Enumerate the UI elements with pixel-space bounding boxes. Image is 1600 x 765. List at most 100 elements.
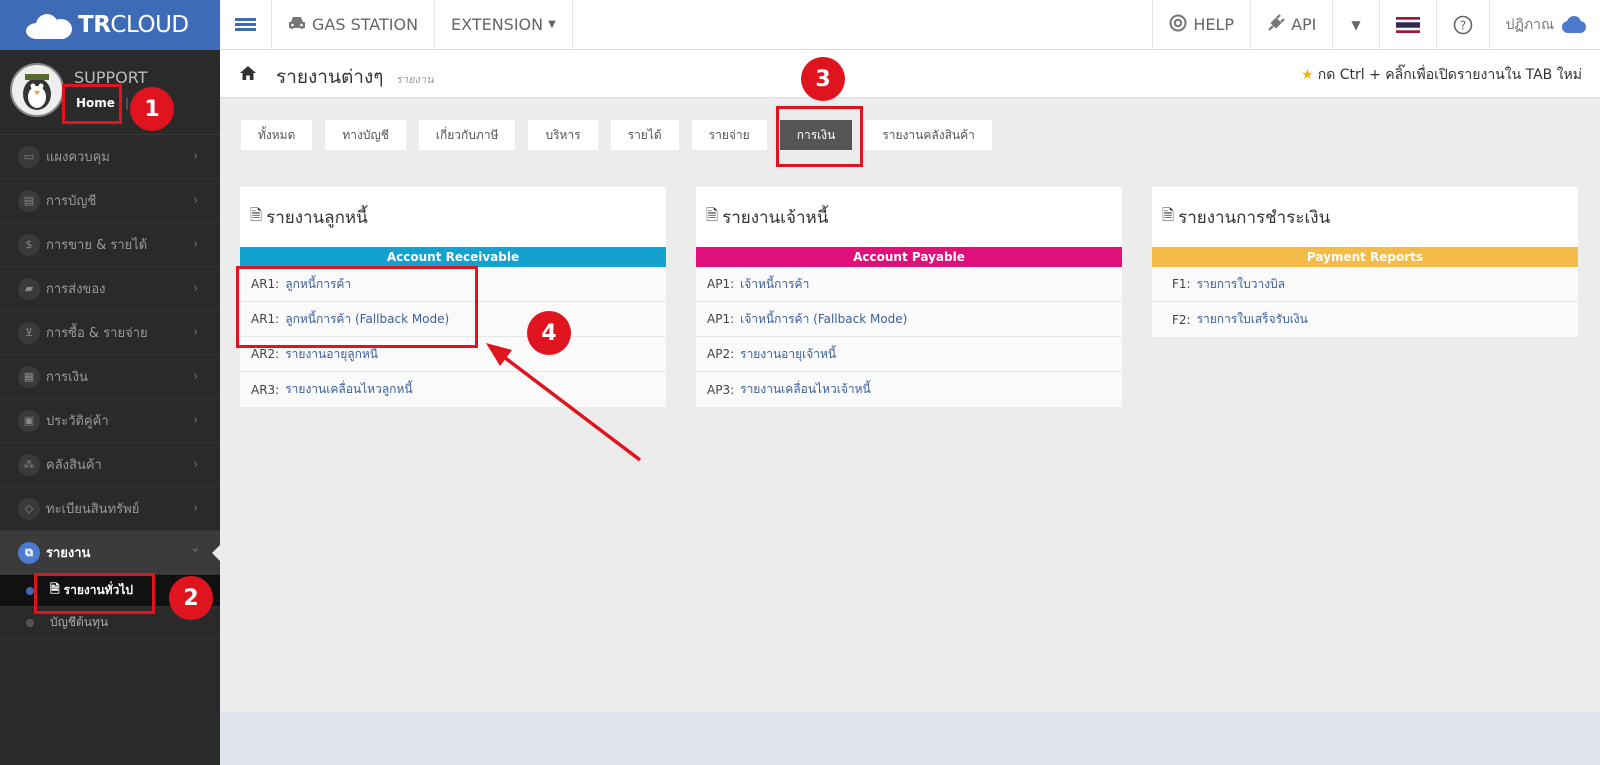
report-row[interactable]: AP3: รายงานเคลื่อนไหวเจ้าหนี้ xyxy=(696,372,1122,407)
tab-tax[interactable]: เกี่ยวกับภาษี xyxy=(418,120,516,150)
caret-down-icon: ▼ xyxy=(1351,17,1361,32)
report-code: F2: xyxy=(1172,312,1191,327)
sidebar-item-delivery[interactable]: ▰ การส่งของ › xyxy=(0,267,220,311)
sidebar-menu: ▭ แผงควบคุม › ▤ การบัญชี › $ การขาย & รา… xyxy=(0,135,220,639)
thai-flag-icon xyxy=(1395,16,1420,33)
cloud-user-icon xyxy=(1562,15,1586,33)
report-code: AP2: xyxy=(707,347,735,361)
report-code: AP1: xyxy=(707,312,735,326)
language-flag-button[interactable] xyxy=(1378,0,1436,49)
sidebar-item-inventory[interactable]: ⁂ คลังสินค้า › xyxy=(0,443,220,487)
panel-title: 🗎 รายงานการชำระเงิน xyxy=(1162,205,1331,228)
chevron-right-icon: › xyxy=(193,413,198,427)
help-circle-button[interactable]: ? xyxy=(1435,0,1489,49)
chevron-right-icon: › xyxy=(193,369,198,383)
report-code: AP1: xyxy=(707,277,735,291)
report-link[interactable]: รายการใบวางบิล xyxy=(1197,275,1285,294)
footer-strip xyxy=(220,712,1600,765)
top-navbar: GAS STATION EXTENSION ▼ HELP API ▼ ? ปฏิ… xyxy=(220,0,1600,50)
caret-down-icon: ▼ xyxy=(548,19,556,30)
document-icon: 🗎 xyxy=(250,205,263,224)
report-link[interactable]: เจ้าหนี้การค้า xyxy=(740,275,809,294)
user-menu[interactable]: ปฏิภาณ xyxy=(1488,0,1600,49)
question-circle-icon: ? xyxy=(1453,15,1472,34)
chevron-right-icon: › xyxy=(193,149,198,163)
sidebar-item-label: การบัญชี xyxy=(46,194,97,209)
report-link[interactable]: รายงานอายุเจ้าหนี้ xyxy=(740,345,836,364)
gas-station-link[interactable]: GAS STATION xyxy=(272,0,436,49)
sidebar-item-label: การซื้อ & รายจ่าย xyxy=(46,326,148,341)
api-label: API xyxy=(1291,15,1317,34)
sidebar-item-dashboard[interactable]: ▭ แผงควบคุม › xyxy=(0,135,220,179)
gas-station-label: GAS STATION xyxy=(312,15,419,34)
annotation-badge-1: 1 xyxy=(130,87,174,131)
api-link[interactable]: API xyxy=(1250,0,1332,49)
cart-icon: ⊻ xyxy=(18,321,40,344)
sidebar-item-purchase[interactable]: ⊻ การซื้อ & รายจ่าย › xyxy=(0,311,220,355)
page-title: รายงานต่างๆ xyxy=(276,66,384,88)
report-row[interactable]: AP1: เจ้าหนี้การค้า (Fallback Mode) xyxy=(696,302,1122,337)
annotation-box-general-reports xyxy=(34,573,155,614)
chevron-right-icon: › xyxy=(193,325,198,339)
sidebar-item-assets[interactable]: ◇ ทะเบียนสินทรัพย์ › xyxy=(0,487,220,531)
sidebar-item-partners[interactable]: ▣ ประวัติคู่ค้า › xyxy=(0,399,220,443)
tab-expense[interactable]: รายจ่าย xyxy=(691,120,767,150)
annotation-badge-2: 2 xyxy=(169,576,213,620)
book-icon: ▤ xyxy=(18,189,40,212)
app-logo[interactable]: TRCLOUD xyxy=(0,0,220,50)
page-header: รายงานต่างๆ รายงาน ★ กด Ctrl + คลิ๊กเพื่อ… xyxy=(220,50,1600,98)
annotation-box-finance-tab xyxy=(776,106,863,167)
payable-panel: 🗎 รายงานเจ้าหนี้ Account Payable AP1: เจ้า… xyxy=(696,187,1122,407)
diamond-icon: ◇ xyxy=(18,497,40,520)
payment-reports-panel: 🗎 รายงานการชำระเงิน Payment Reports F1: รา… xyxy=(1152,187,1578,337)
panel-band: Account Payable xyxy=(696,247,1122,267)
tab-all[interactable]: ทั้งหมด xyxy=(241,120,313,150)
report-link[interactable]: รายงานเคลื่อนไหวเจ้าหนี้ xyxy=(740,380,871,399)
sidebar-item-label: ประวัติคู่ค้า xyxy=(46,414,109,429)
sidebar-item-finance[interactable]: ▦ การเงิน › xyxy=(0,355,220,399)
lifebuoy-icon xyxy=(1169,14,1187,36)
sidebar-item-label: การส่งของ xyxy=(46,282,106,297)
sidebar-item-reports[interactable]: ⧉ รายงาน › xyxy=(0,531,220,575)
menu-toggle-button[interactable] xyxy=(220,0,272,49)
car-icon xyxy=(288,15,306,34)
tab-accounting[interactable]: ทางบัญชี xyxy=(325,120,406,150)
bullet-dot xyxy=(26,587,34,595)
sidebar-item-label: รายงาน xyxy=(46,546,91,561)
panel-title: 🗎 รายงานเจ้าหนี้ xyxy=(706,205,829,228)
extension-dropdown[interactable]: EXTENSION ▼ xyxy=(435,0,573,49)
report-link[interactable]: รายการใบเสร็จรับเงิน xyxy=(1197,310,1308,329)
truck-icon: ▰ xyxy=(18,277,40,300)
sidebar-item-label: คลังสินค้า xyxy=(46,458,102,473)
report-row[interactable]: AP1: เจ้าหนี้การค้า xyxy=(696,267,1122,302)
sidebar-item-sales[interactable]: $ การขาย & รายได้ › xyxy=(0,223,220,267)
hint-text: กด Ctrl + คลิ๊กเพื่อเปิดรายงานใน TAB ใหม… xyxy=(1317,67,1582,83)
report-link[interactable]: รายงานเคลื่อนไหวลูกหนี้ xyxy=(285,380,412,399)
report-link[interactable]: เจ้าหนี้การค้า (Fallback Mode) xyxy=(740,310,907,329)
chevron-right-icon: › xyxy=(193,501,198,515)
annotation-box-home xyxy=(62,84,122,124)
report-code: AP3: xyxy=(707,382,735,397)
contact-icon: ▣ xyxy=(18,409,40,432)
sidebar-item-accounting[interactable]: ▤ การบัญชี › xyxy=(0,179,220,223)
user-name: ปฏิภาณ xyxy=(1505,16,1554,33)
report-row[interactable]: AR3: รายงานเคลื่อนไหวลูกหนี้ xyxy=(240,372,666,407)
help-link[interactable]: HELP xyxy=(1152,0,1250,49)
tab-income[interactable]: รายได้ xyxy=(610,120,679,150)
annotation-box-ar1-reports xyxy=(236,266,478,348)
hamburger-icon xyxy=(235,16,256,33)
brand-name: TRCLOUD xyxy=(78,12,189,38)
report-row[interactable]: AP2: รายงานอายุเจ้าหนี้ xyxy=(696,337,1122,372)
monitor-icon: ▭ xyxy=(18,145,40,168)
sidebar-subitem-label: บัญชีต้นทุน xyxy=(50,615,109,629)
boxes-icon: ⁂ xyxy=(18,453,40,476)
tab-inventory-reports[interactable]: รายงานคลังสินค้า xyxy=(865,120,992,150)
report-row[interactable]: F2: รายการใบเสร็จรับเงิน xyxy=(1152,302,1578,337)
tab-management[interactable]: บริหาร xyxy=(528,120,598,150)
avatar[interactable] xyxy=(10,63,64,117)
report-row[interactable]: F1: รายการใบวางบิล xyxy=(1152,267,1578,302)
document-icon: 🗎 xyxy=(1162,205,1175,224)
home-icon[interactable] xyxy=(240,66,256,80)
more-dropdown[interactable]: ▼ xyxy=(1332,0,1378,49)
extension-label: EXTENSION xyxy=(451,15,544,34)
